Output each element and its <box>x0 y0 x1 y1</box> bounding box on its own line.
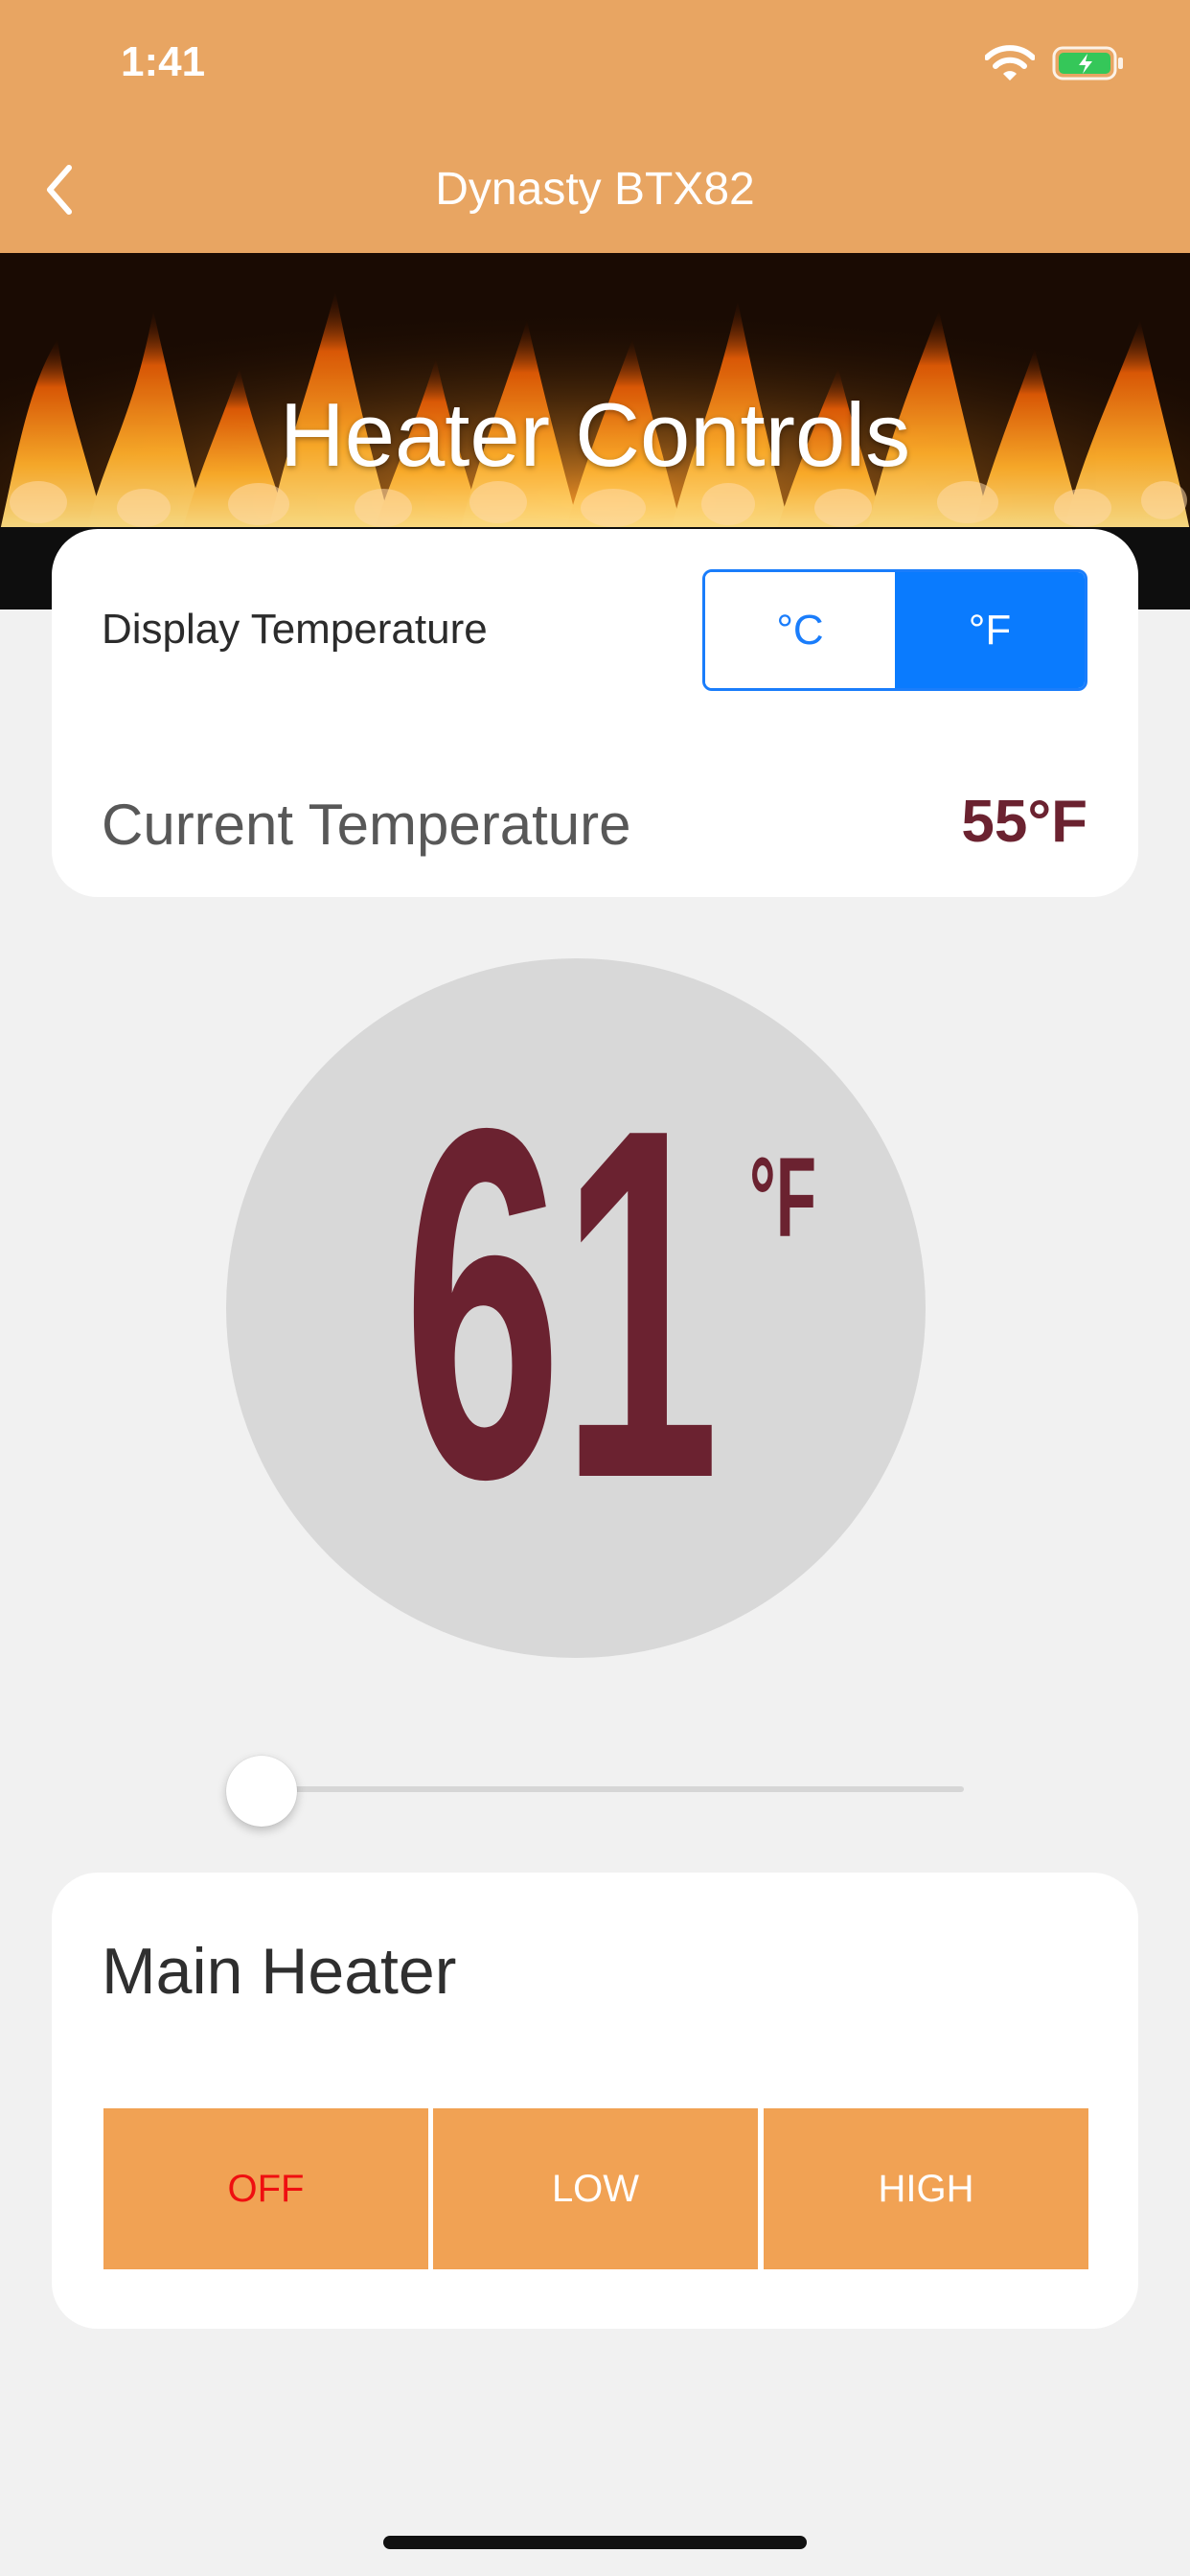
setpoint-unit-text: °F <box>749 1135 816 1246</box>
home-indicator <box>383 2536 807 2549</box>
wifi-icon <box>985 45 1035 80</box>
heater-off-button[interactable]: OFF <box>103 2108 428 2269</box>
banner-title: Heater Controls <box>279 384 911 485</box>
status-time: 1:41 <box>121 38 206 85</box>
unit-toggle: °C °F <box>702 569 1087 691</box>
setpoint-number: 61 <box>403 1073 720 1495</box>
fahrenheit-button[interactable]: °F <box>895 572 1085 688</box>
setpoint-slider-thumb[interactable] <box>226 1756 297 1827</box>
setpoint-slider-track[interactable] <box>264 1786 964 1792</box>
current-temperature-value: 55°F <box>961 789 1087 855</box>
current-temperature-label: Current Temperature <box>102 793 631 857</box>
nav-title: Dynasty BTX82 <box>435 164 755 215</box>
heater-low-button[interactable]: LOW <box>433 2108 758 2269</box>
heater-high-button[interactable]: HIGH <box>764 2108 1088 2269</box>
setpoint-unit: °F <box>749 1135 816 1246</box>
celsius-button[interactable]: °C <box>705 572 895 688</box>
display-temperature-label: Display Temperature <box>102 606 488 653</box>
setpoint-value: 61 <box>403 1073 720 1495</box>
battery-charging-icon <box>1052 46 1123 80</box>
main-heater-title: Main Heater <box>102 1935 457 2008</box>
